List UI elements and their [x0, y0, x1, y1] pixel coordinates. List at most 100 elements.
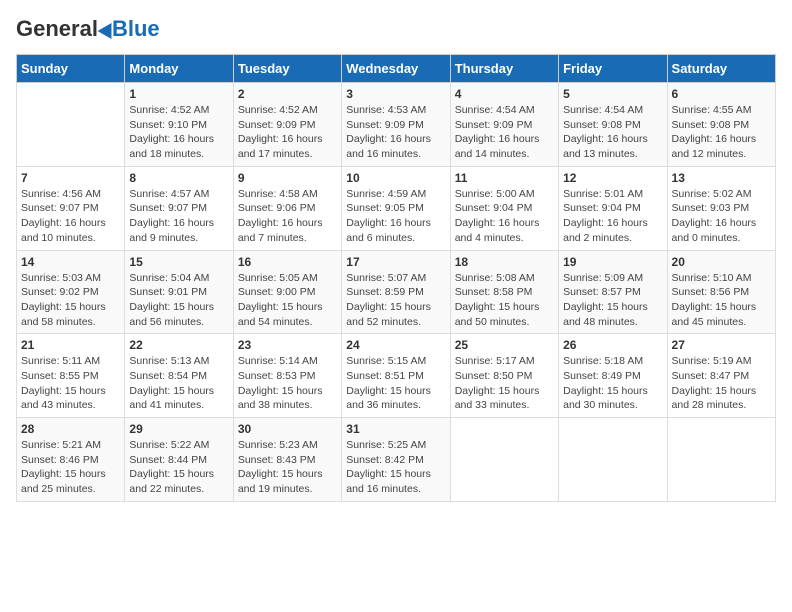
calendar-cell-empty [559, 418, 667, 502]
day-number: 27 [672, 338, 771, 352]
day-number: 3 [346, 87, 445, 101]
day-info: Sunrise: 5:23 AM Sunset: 8:43 PM Dayligh… [238, 438, 337, 497]
day-info: Sunrise: 5:25 AM Sunset: 8:42 PM Dayligh… [346, 438, 445, 497]
calendar-cell-day-16: 16Sunrise: 5:05 AM Sunset: 9:00 PM Dayli… [233, 250, 341, 334]
calendar-table: SundayMondayTuesdayWednesdayThursdayFrid… [16, 54, 776, 502]
header: General Blue [16, 16, 776, 42]
day-number: 18 [455, 255, 554, 269]
day-number: 11 [455, 171, 554, 185]
calendar-cell-day-12: 12Sunrise: 5:01 AM Sunset: 9:04 PM Dayli… [559, 166, 667, 250]
day-info: Sunrise: 4:53 AM Sunset: 9:09 PM Dayligh… [346, 103, 445, 162]
day-number: 28 [21, 422, 120, 436]
day-number: 7 [21, 171, 120, 185]
calendar-cell-empty [667, 418, 775, 502]
day-number: 19 [563, 255, 662, 269]
day-number: 21 [21, 338, 120, 352]
day-number: 26 [563, 338, 662, 352]
day-info: Sunrise: 5:15 AM Sunset: 8:51 PM Dayligh… [346, 354, 445, 413]
calendar-week-row: 7 Sunrise: 4:56 AM Sunset: 9:07 PM Daylig… [17, 166, 776, 250]
day-info: Sunrise: 5:11 AM Sunset: 8:55 PM Dayligh… [21, 354, 120, 413]
day-info: Sunrise: 4:54 AM Sunset: 9:08 PM Dayligh… [563, 103, 662, 162]
day-number: 8 [129, 171, 228, 185]
day-number: 13 [672, 171, 771, 185]
day-info: Sunrise: 4:58 AM Sunset: 9:06 PM Dayligh… [238, 187, 337, 246]
calendar-cell-day-28: 28 Sunrise: 5:21 AM Sunset: 8:46 PM Dayli… [17, 418, 125, 502]
calendar-week-row: 28 Sunrise: 5:21 AM Sunset: 8:46 PM Dayli… [17, 418, 776, 502]
day-info: Sunrise: 5:02 AM Sunset: 9:03 PM Dayligh… [672, 187, 771, 246]
day-info: Sunrise: 4:56 AM Sunset: 9:07 PM Dayligh… [21, 187, 120, 246]
day-info: Sunrise: 4:59 AM Sunset: 9:05 PM Dayligh… [346, 187, 445, 246]
day-info: Sunrise: 5:14 AM Sunset: 8:53 PM Dayligh… [238, 354, 337, 413]
day-info: Sunrise: 4:57 AM Sunset: 9:07 PM Dayligh… [129, 187, 228, 246]
day-number: 20 [672, 255, 771, 269]
calendar-cell-day-2: 2 Sunrise: 4:52 AM Sunset: 9:09 PM Daylig… [233, 83, 341, 167]
day-number: 17 [346, 255, 445, 269]
day-number: 16 [238, 255, 337, 269]
logo-general-text: General [16, 16, 98, 42]
logo-blue-text: Blue [112, 16, 160, 42]
day-number: 10 [346, 171, 445, 185]
day-info: Sunrise: 4:52 AM Sunset: 9:10 PM Dayligh… [129, 103, 228, 162]
calendar-cell-day-22: 22 Sunrise: 5:13 AM Sunset: 8:54 PM Dayli… [125, 334, 233, 418]
calendar-cell-day-29: 29Sunrise: 5:22 AM Sunset: 8:44 PM Dayli… [125, 418, 233, 502]
calendar-cell-day-23: 23 Sunrise: 5:14 AM Sunset: 8:53 PM Dayli… [233, 334, 341, 418]
day-number: 1 [129, 87, 228, 101]
day-number: 9 [238, 171, 337, 185]
day-info: Sunrise: 5:10 AM Sunset: 8:56 PM Dayligh… [672, 271, 771, 330]
calendar-cell-day-21: 21 Sunrise: 5:11 AM Sunset: 8:55 PM Dayli… [17, 334, 125, 418]
day-number: 25 [455, 338, 554, 352]
calendar-cell-day-14: 14Sunrise: 5:03 AM Sunset: 9:02 PM Dayli… [17, 250, 125, 334]
calendar-cell-day-6: 6 Sunrise: 4:55 AM Sunset: 9:08 PM Daylig… [667, 83, 775, 167]
calendar-cell-day-24: 24 Sunrise: 5:15 AM Sunset: 8:51 PM Dayli… [342, 334, 450, 418]
day-info: Sunrise: 4:55 AM Sunset: 9:08 PM Dayligh… [672, 103, 771, 162]
day-info: Sunrise: 4:54 AM Sunset: 9:09 PM Dayligh… [455, 103, 554, 162]
column-header-wednesday: Wednesday [342, 55, 450, 83]
day-number: 6 [672, 87, 771, 101]
calendar-cell-day-13: 13 Sunrise: 5:02 AM Sunset: 9:03 PM Dayli… [667, 166, 775, 250]
day-info: Sunrise: 5:09 AM Sunset: 8:57 PM Dayligh… [563, 271, 662, 330]
calendar-cell-empty [450, 418, 558, 502]
day-info: Sunrise: 5:13 AM Sunset: 8:54 PM Dayligh… [129, 354, 228, 413]
day-info: Sunrise: 5:19 AM Sunset: 8:47 PM Dayligh… [672, 354, 771, 413]
day-number: 24 [346, 338, 445, 352]
day-number: 23 [238, 338, 337, 352]
calendar-cell-day-15: 15 Sunrise: 5:04 AM Sunset: 9:01 PM Dayli… [125, 250, 233, 334]
day-number: 29 [129, 422, 228, 436]
day-number: 5 [563, 87, 662, 101]
calendar-cell-day-1: 1 Sunrise: 4:52 AM Sunset: 9:10 PM Daylig… [125, 83, 233, 167]
day-info: Sunrise: 5:08 AM Sunset: 8:58 PM Dayligh… [455, 271, 554, 330]
day-number: 12 [563, 171, 662, 185]
calendar-cell-day-10: 10 Sunrise: 4:59 AM Sunset: 9:05 PM Dayli… [342, 166, 450, 250]
calendar-cell-day-30: 30Sunrise: 5:23 AM Sunset: 8:43 PM Dayli… [233, 418, 341, 502]
day-info: Sunrise: 4:52 AM Sunset: 9:09 PM Dayligh… [238, 103, 337, 162]
day-info: Sunrise: 5:17 AM Sunset: 8:50 PM Dayligh… [455, 354, 554, 413]
calendar-week-row: 14Sunrise: 5:03 AM Sunset: 9:02 PM Dayli… [17, 250, 776, 334]
day-number: 22 [129, 338, 228, 352]
calendar-cell-day-4: 4Sunrise: 4:54 AM Sunset: 9:09 PM Daylig… [450, 83, 558, 167]
calendar-week-row: 21 Sunrise: 5:11 AM Sunset: 8:55 PM Dayli… [17, 334, 776, 418]
calendar-cell-day-11: 11 Sunrise: 5:00 AM Sunset: 9:04 PM Dayli… [450, 166, 558, 250]
calendar-cell-day-27: 27 Sunrise: 5:19 AM Sunset: 8:47 PM Dayli… [667, 334, 775, 418]
calendar-cell-day-8: 8 Sunrise: 4:57 AM Sunset: 9:07 PM Daylig… [125, 166, 233, 250]
logo: General Blue [16, 16, 160, 42]
calendar-cell-day-5: 5 Sunrise: 4:54 AM Sunset: 9:08 PM Daylig… [559, 83, 667, 167]
calendar-cell-day-31: 31 Sunrise: 5:25 AM Sunset: 8:42 PM Dayli… [342, 418, 450, 502]
day-info: Sunrise: 5:00 AM Sunset: 9:04 PM Dayligh… [455, 187, 554, 246]
day-info: Sunrise: 5:18 AM Sunset: 8:49 PM Dayligh… [563, 354, 662, 413]
day-info: Sunrise: 5:07 AM Sunset: 8:59 PM Dayligh… [346, 271, 445, 330]
calendar-cell-day-20: 20 Sunrise: 5:10 AM Sunset: 8:56 PM Dayli… [667, 250, 775, 334]
calendar-cell-day-19: 19 Sunrise: 5:09 AM Sunset: 8:57 PM Dayli… [559, 250, 667, 334]
day-number: 15 [129, 255, 228, 269]
calendar-cell-day-25: 25 Sunrise: 5:17 AM Sunset: 8:50 PM Dayli… [450, 334, 558, 418]
day-number: 31 [346, 422, 445, 436]
calendar-header-row: SundayMondayTuesdayWednesdayThursdayFrid… [17, 55, 776, 83]
calendar-cell-empty [17, 83, 125, 167]
calendar-cell-day-17: 17 Sunrise: 5:07 AM Sunset: 8:59 PM Dayli… [342, 250, 450, 334]
column-header-sunday: Sunday [17, 55, 125, 83]
day-info: Sunrise: 5:04 AM Sunset: 9:01 PM Dayligh… [129, 271, 228, 330]
column-header-saturday: Saturday [667, 55, 775, 83]
day-number: 2 [238, 87, 337, 101]
column-header-monday: Monday [125, 55, 233, 83]
calendar-cell-day-26: 26 Sunrise: 5:18 AM Sunset: 8:49 PM Dayli… [559, 334, 667, 418]
day-info: Sunrise: 5:21 AM Sunset: 8:46 PM Dayligh… [21, 438, 120, 497]
